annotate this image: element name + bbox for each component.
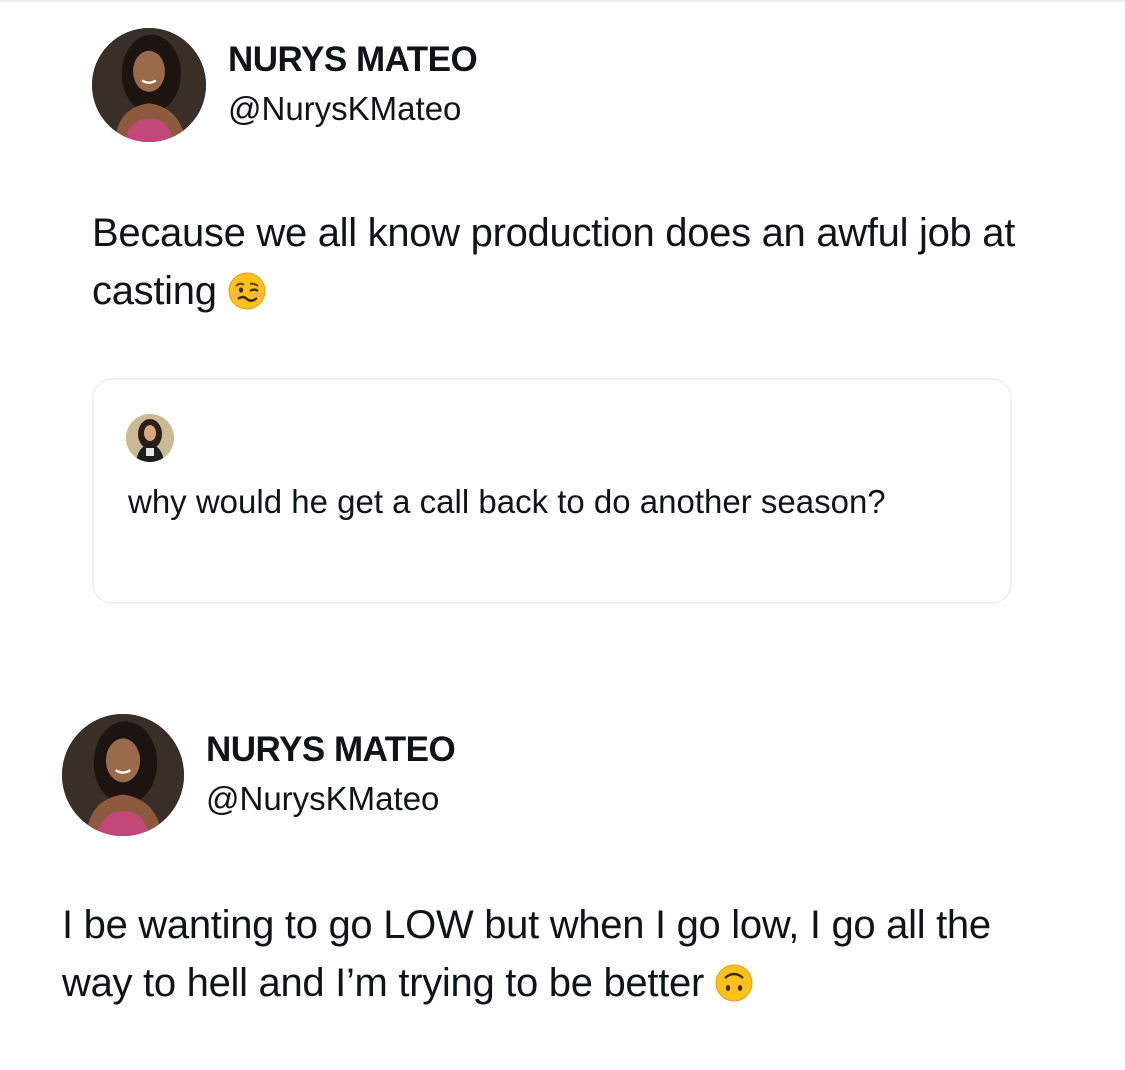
upside-down-face-emoji <box>714 963 754 1003</box>
avatar[interactable] <box>62 714 184 836</box>
avatar[interactable] <box>92 28 206 142</box>
author-names: NURYS MATEO @NurysKMateo <box>228 40 478 130</box>
tweet-text-content: I be wanting to go LOW but when I go low… <box>62 903 991 1005</box>
quoted-tweet-text: why would he get a call back to do anoth… <box>128 483 886 520</box>
user-handle[interactable]: @NurysKMateo <box>228 88 477 130</box>
quoted-tweet-card[interactable]: why would he get a call back to do anoth… <box>92 378 1012 604</box>
top-divider <box>0 0 1125 2</box>
quoted-avatar-image <box>126 414 174 462</box>
tweet-text: Because we all know production does an a… <box>92 204 1052 320</box>
tweet-1[interactable]: NURYS MATEO @NurysKMateo Because we all … <box>92 28 1092 320</box>
display-name[interactable]: NURYS MATEO <box>228 40 478 80</box>
tweet-2[interactable]: NURYS MATEO @NurysKMateo I be wanting to… <box>62 714 1102 1012</box>
display-name[interactable]: NURYS MATEO <box>206 730 456 770</box>
quoted-avatar[interactable] <box>126 414 174 462</box>
user-handle[interactable]: @NurysKMateo <box>206 778 455 820</box>
woozy-face-emoji <box>227 271 267 311</box>
tweet-header: NURYS MATEO @NurysKMateo <box>92 28 1092 142</box>
avatar-image <box>92 28 206 142</box>
tweet-header: NURYS MATEO @NurysKMateo <box>62 714 1102 836</box>
avatar-image <box>62 714 184 836</box>
tweet-text: I be wanting to go LOW but when I go low… <box>62 896 1062 1012</box>
author-names: NURYS MATEO @NurysKMateo <box>206 730 456 820</box>
